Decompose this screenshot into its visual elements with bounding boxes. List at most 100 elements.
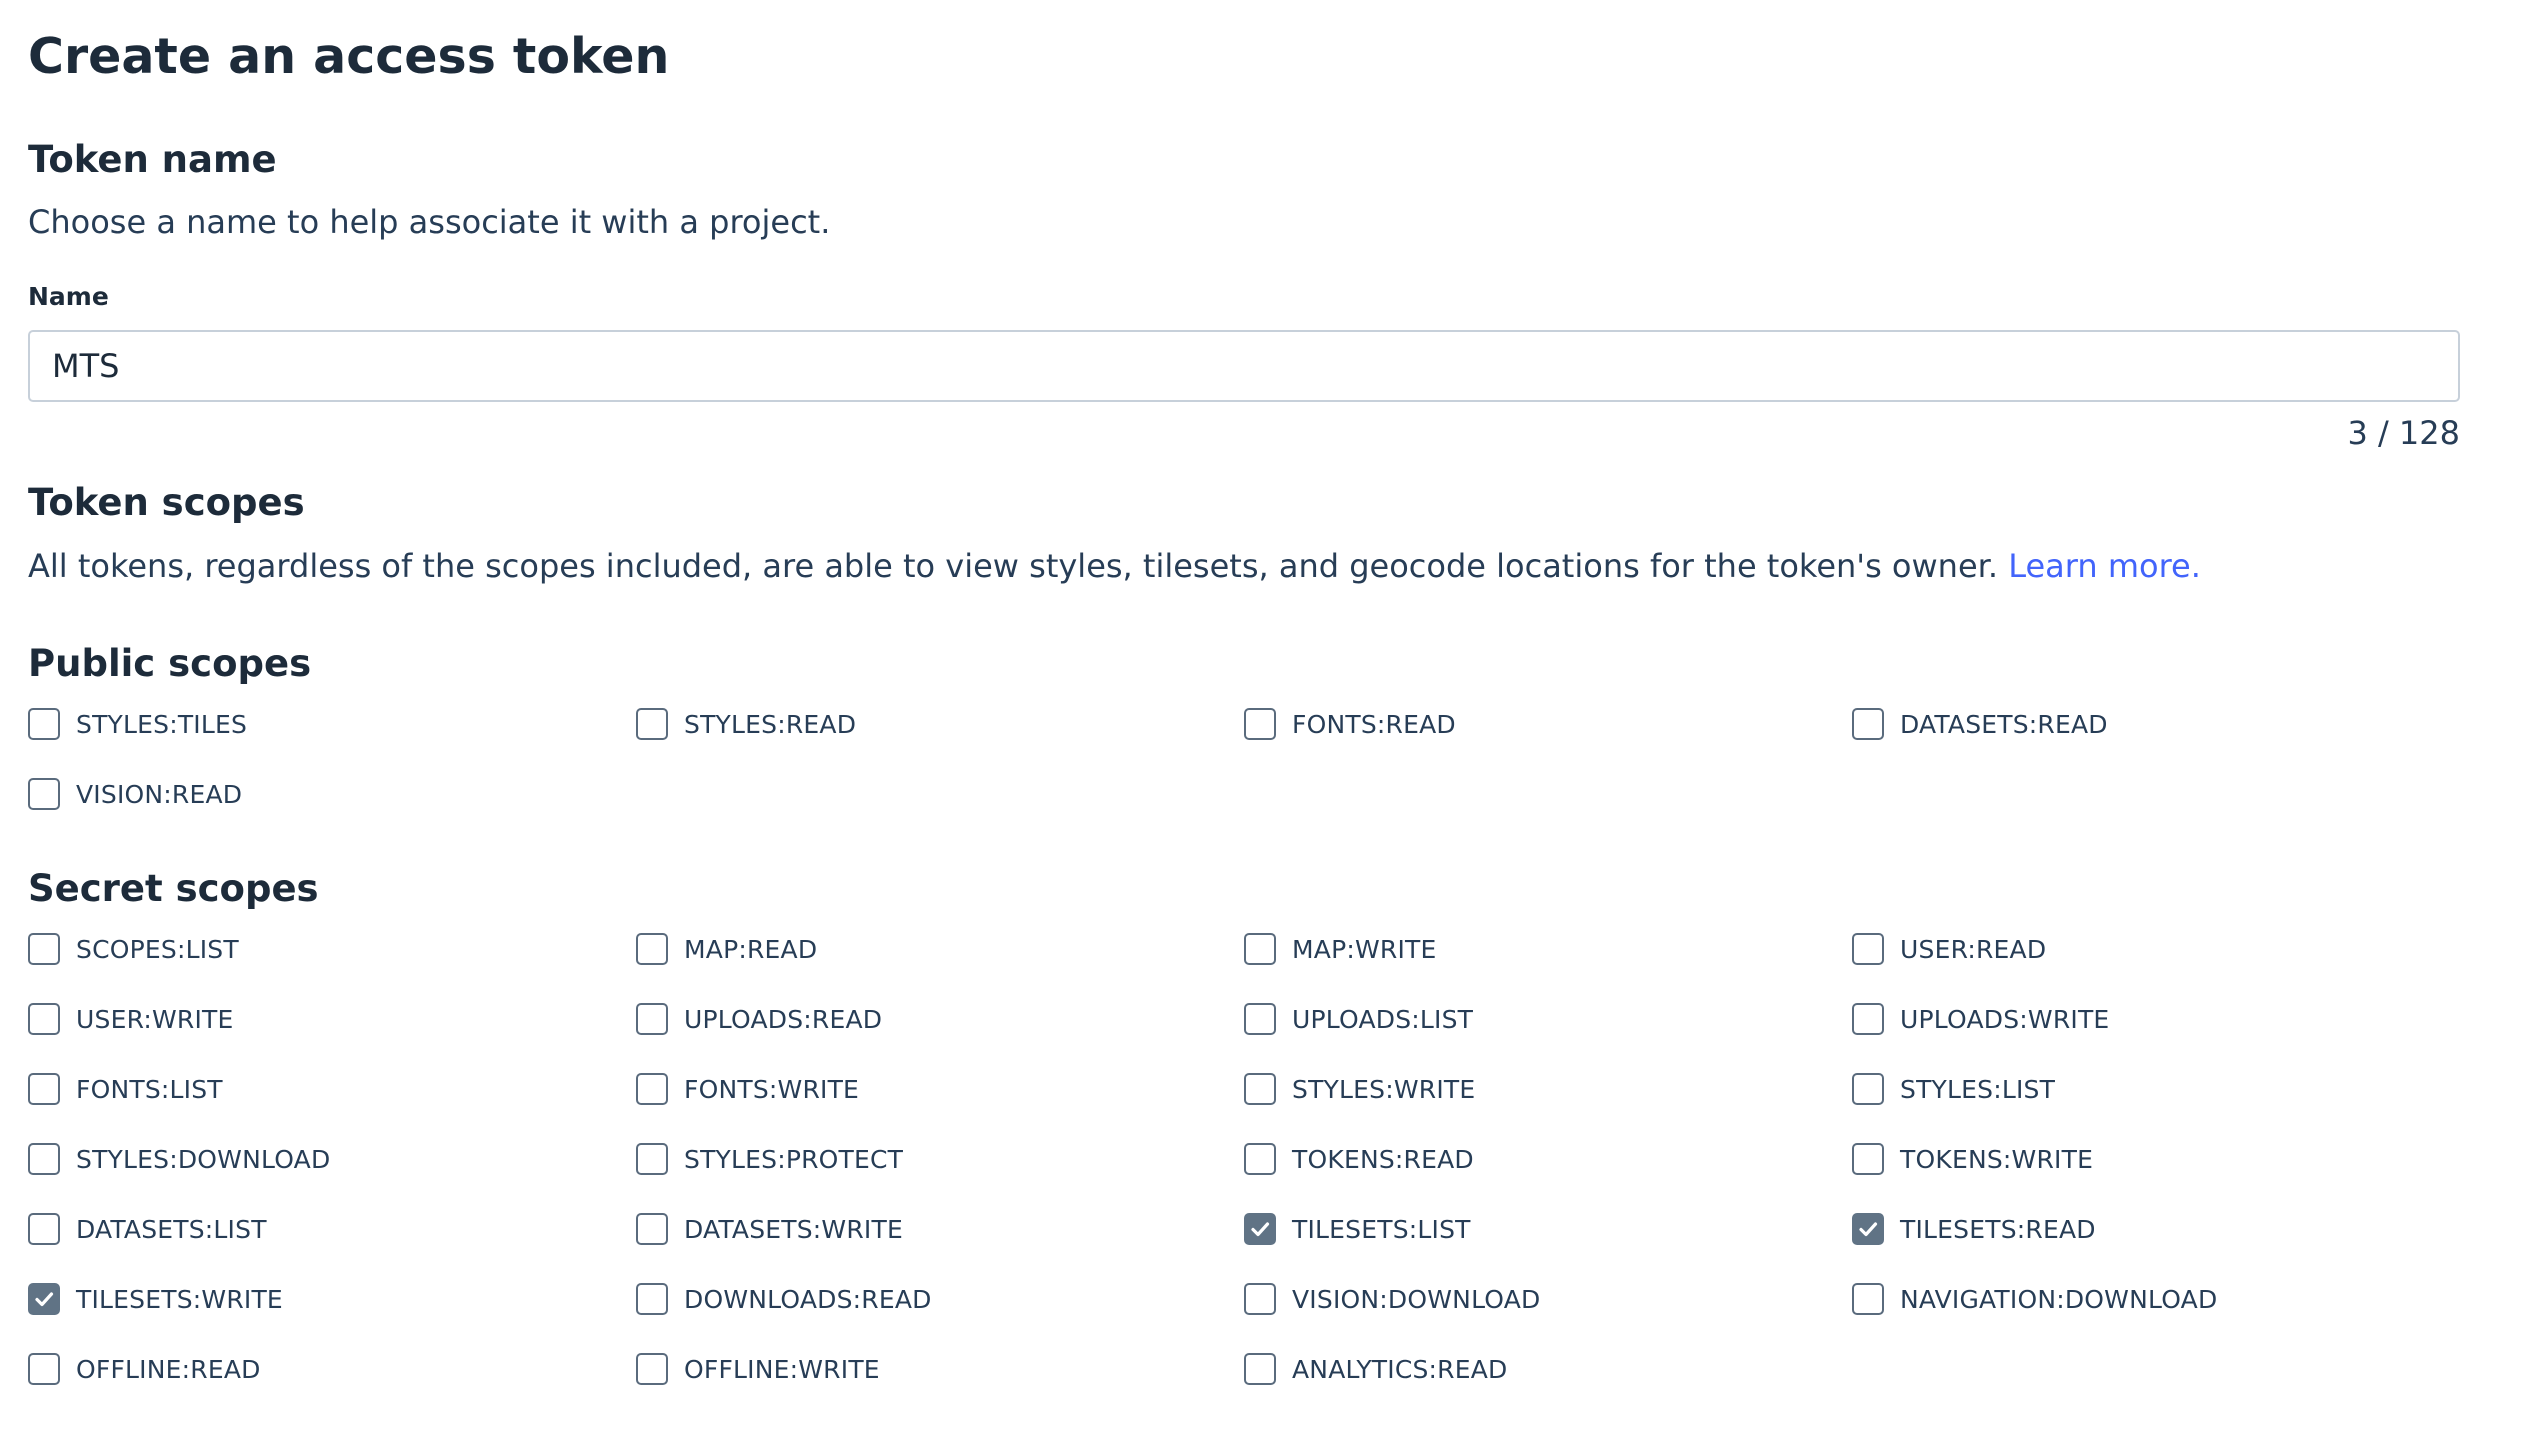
token-name-input[interactable] — [28, 330, 2460, 402]
secret-scopes-grid: SCOPES:LIST MAP:READ MAP:WRITE USER:READ USE… — [28, 914, 2460, 1404]
scope-label: MAP:WRITE — [1292, 934, 1437, 964]
scope-option-styles-download[interactable]: STYLES:DOWNLOAD — [28, 1124, 636, 1194]
scope-checkbox[interactable] — [636, 1143, 668, 1175]
scope-checkbox[interactable] — [1852, 1213, 1884, 1245]
token-scopes-heading: Token scopes — [28, 481, 305, 524]
scope-option-styles-protect[interactable]: STYLES:PROTECT — [636, 1124, 1244, 1194]
scope-label: DATASETS:LIST — [76, 1214, 267, 1244]
page-title: Create an access token — [28, 28, 670, 85]
scope-option-map-read[interactable]: MAP:READ — [636, 914, 1244, 984]
scope-checkbox[interactable] — [28, 933, 60, 965]
scope-label: FONTS:WRITE — [684, 1074, 860, 1104]
scope-checkbox[interactable] — [636, 1073, 668, 1105]
scope-option-styles-read[interactable]: STYLES:READ — [636, 689, 1244, 759]
scope-checkbox[interactable] — [1852, 1073, 1884, 1105]
scope-checkbox[interactable] — [1852, 708, 1884, 740]
scope-option-uploads-write[interactable]: UPLOADS:WRITE — [1852, 984, 2460, 1054]
scope-checkbox[interactable] — [636, 1213, 668, 1245]
scope-label: STYLES:LIST — [1900, 1074, 2056, 1104]
scope-option-offline-write[interactable]: OFFLINE:WRITE — [636, 1334, 1244, 1404]
scope-option-map-write[interactable]: MAP:WRITE — [1244, 914, 1852, 984]
scope-checkbox[interactable] — [28, 778, 60, 810]
scope-option-fonts-list[interactable]: FONTS:LIST — [28, 1054, 636, 1124]
scope-label: USER:READ — [1900, 934, 2047, 964]
scope-checkbox[interactable] — [1244, 708, 1276, 740]
public-scopes-grid: STYLES:TILES STYLES:READ FONTS:READ DATASET… — [28, 689, 2460, 829]
scope-option-navigation-download[interactable]: NAVIGATION:DOWNLOAD — [1852, 1264, 2460, 1334]
scope-option-scopes-list[interactable]: SCOPES:LIST — [28, 914, 636, 984]
scope-checkbox[interactable] — [1852, 933, 1884, 965]
scope-label: FONTS:READ — [1292, 709, 1456, 739]
scope-checkbox[interactable] — [28, 1353, 60, 1385]
scope-option-tokens-read[interactable]: TOKENS:READ — [1244, 1124, 1852, 1194]
scope-option-styles-write[interactable]: STYLES:WRITE — [1244, 1054, 1852, 1124]
scope-label: DOWNLOADS:READ — [684, 1284, 932, 1314]
scope-checkbox[interactable] — [28, 708, 60, 740]
scope-option-offline-read[interactable]: OFFLINE:READ — [28, 1334, 636, 1404]
scope-checkbox[interactable] — [1244, 1073, 1276, 1105]
scope-checkbox[interactable] — [28, 1003, 60, 1035]
scope-option-vision-download[interactable]: VISION:DOWNLOAD — [1244, 1264, 1852, 1334]
scope-checkbox[interactable] — [636, 1283, 668, 1315]
scope-checkbox[interactable] — [1244, 1213, 1276, 1245]
scope-option-styles-tiles[interactable]: STYLES:TILES — [28, 689, 636, 759]
scope-option-datasets-write[interactable]: DATASETS:WRITE — [636, 1194, 1244, 1264]
scope-option-styles-list[interactable]: STYLES:LIST — [1852, 1054, 2460, 1124]
scope-option-fonts-read[interactable]: FONTS:READ — [1244, 689, 1852, 759]
token-name-description: Choose a name to help associate it with … — [28, 203, 831, 241]
scope-label: MAP:READ — [684, 934, 818, 964]
scope-checkbox[interactable] — [1852, 1003, 1884, 1035]
scope-option-user-read[interactable]: USER:READ — [1852, 914, 2460, 984]
public-scopes-heading: Public scopes — [28, 642, 312, 685]
secret-scopes-heading: Secret scopes — [28, 867, 319, 910]
scope-label: ANALYTICS:READ — [1292, 1354, 1508, 1384]
scope-label: STYLES:WRITE — [1292, 1074, 1476, 1104]
scope-label: STYLES:TILES — [76, 709, 248, 739]
scope-checkbox[interactable] — [636, 708, 668, 740]
learn-more-link[interactable]: Learn more. — [2008, 547, 2201, 585]
scope-checkbox[interactable] — [636, 1003, 668, 1035]
scope-checkbox[interactable] — [1852, 1143, 1884, 1175]
scope-option-tilesets-list[interactable]: TILESETS:LIST — [1244, 1194, 1852, 1264]
scope-checkbox[interactable] — [28, 1213, 60, 1245]
scope-label: STYLES:READ — [684, 709, 857, 739]
scope-label: OFFLINE:READ — [76, 1354, 261, 1384]
check-icon — [1251, 1222, 1270, 1237]
scope-option-tokens-write[interactable]: TOKENS:WRITE — [1852, 1124, 2460, 1194]
scope-label: UPLOADS:LIST — [1292, 1004, 1474, 1034]
scope-checkbox[interactable] — [28, 1283, 60, 1315]
scope-checkbox[interactable] — [1244, 1353, 1276, 1385]
scope-checkbox[interactable] — [1244, 1143, 1276, 1175]
scope-checkbox[interactable] — [28, 1143, 60, 1175]
scope-checkbox[interactable] — [1244, 1283, 1276, 1315]
scope-label: FONTS:LIST — [76, 1074, 223, 1104]
scope-checkbox[interactable] — [636, 933, 668, 965]
scope-option-uploads-read[interactable]: UPLOADS:READ — [636, 984, 1244, 1054]
character-counter: 3 / 128 — [2347, 414, 2460, 452]
check-icon — [1859, 1222, 1878, 1237]
scope-checkbox[interactable] — [28, 1073, 60, 1105]
scope-checkbox[interactable] — [636, 1353, 668, 1385]
scope-option-datasets-read[interactable]: DATASETS:READ — [1852, 689, 2460, 759]
scope-option-tilesets-read[interactable]: TILESETS:READ — [1852, 1194, 2460, 1264]
scope-checkbox[interactable] — [1244, 933, 1276, 965]
scope-option-uploads-list[interactable]: UPLOADS:LIST — [1244, 984, 1852, 1054]
scope-label: UPLOADS:WRITE — [1900, 1004, 2110, 1034]
scope-option-analytics-read[interactable]: ANALYTICS:READ — [1244, 1334, 1852, 1404]
scope-label: DATASETS:WRITE — [684, 1214, 903, 1244]
token-scopes-description-text: All tokens, regardless of the scopes inc… — [28, 547, 1999, 585]
scope-option-tilesets-write[interactable]: TILESETS:WRITE — [28, 1264, 636, 1334]
scope-option-downloads-read[interactable]: DOWNLOADS:READ — [636, 1264, 1244, 1334]
scope-option-vision-read[interactable]: VISION:READ — [28, 759, 636, 829]
scope-label: VISION:DOWNLOAD — [1292, 1284, 1541, 1314]
scope-checkbox[interactable] — [1244, 1003, 1276, 1035]
scope-option-datasets-list[interactable]: DATASETS:LIST — [28, 1194, 636, 1264]
scope-label: TILESETS:LIST — [1292, 1214, 1471, 1244]
scope-option-fonts-write[interactable]: FONTS:WRITE — [636, 1054, 1244, 1124]
scope-label: USER:WRITE — [76, 1004, 234, 1034]
scope-label: TOKENS:READ — [1292, 1144, 1474, 1174]
scope-checkbox[interactable] — [1852, 1283, 1884, 1315]
scope-option-user-write[interactable]: USER:WRITE — [28, 984, 636, 1054]
scope-label: TILESETS:READ — [1900, 1214, 2096, 1244]
token-name-heading: Token name — [28, 138, 277, 181]
